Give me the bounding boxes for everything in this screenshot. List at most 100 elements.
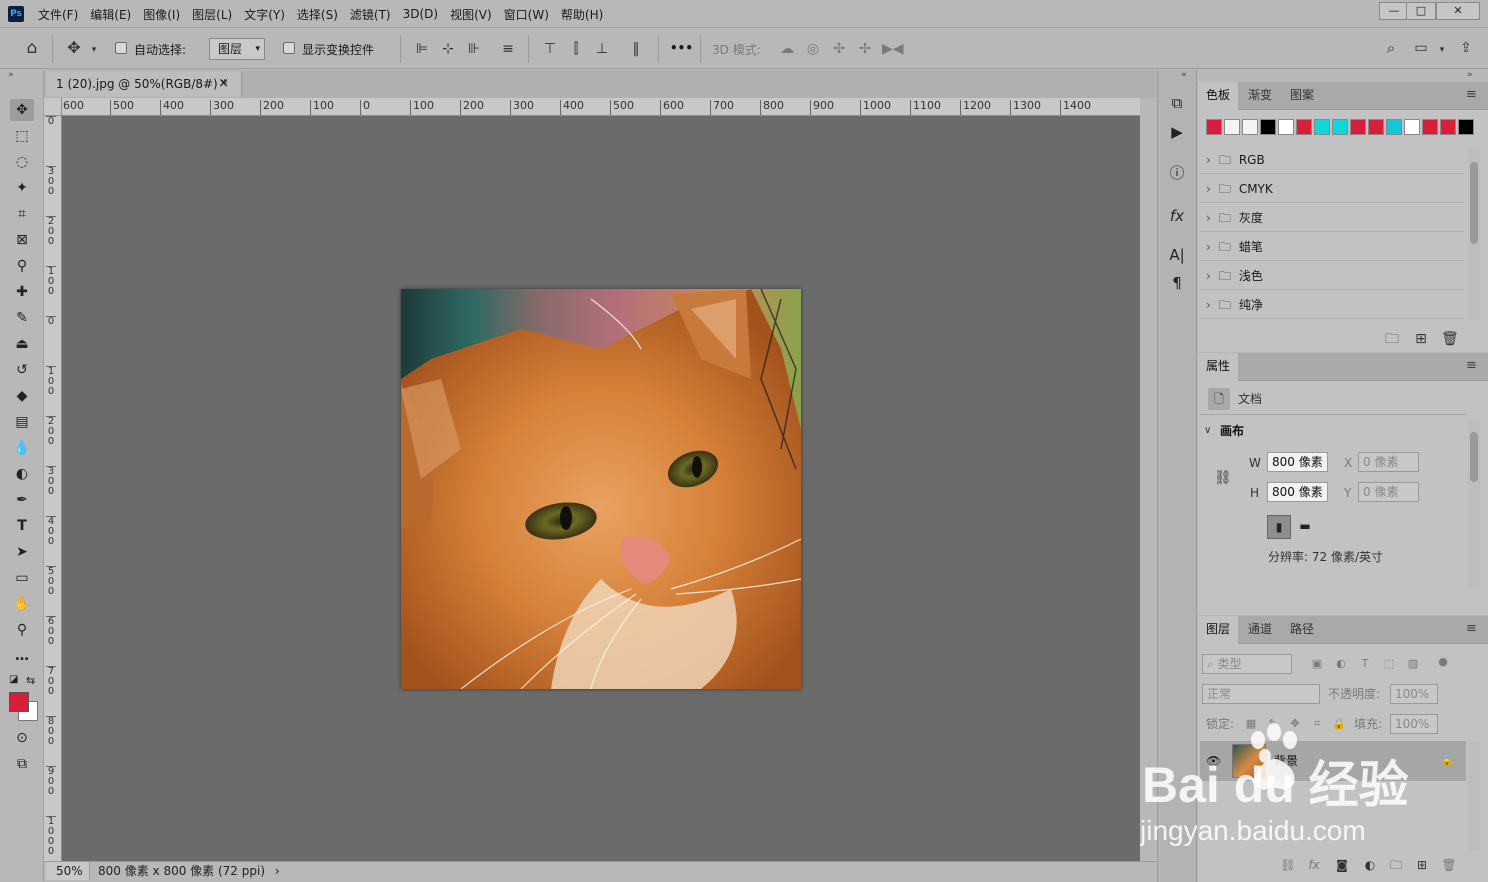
swatch[interactable] bbox=[1404, 119, 1420, 135]
home-icon[interactable]: ⌂ bbox=[22, 40, 42, 57]
pen-tool-icon[interactable]: ✒ bbox=[10, 489, 34, 511]
swatch[interactable] bbox=[1422, 119, 1438, 135]
tab-layers[interactable]: 图层 bbox=[1198, 616, 1239, 644]
panel-menu-icon[interactable]: ≡ bbox=[1466, 87, 1477, 102]
new-swatch-icon[interactable]: ⊞ bbox=[1413, 331, 1429, 347]
swatch-group-pure[interactable]: › 🗀 纯净 bbox=[1200, 291, 1464, 319]
align-center-icon[interactable]: ⊹ bbox=[440, 41, 456, 57]
character-icon[interactable]: A| bbox=[1166, 244, 1188, 266]
blur-tool-icon[interactable]: 💧 bbox=[10, 437, 34, 459]
opacity-field[interactable]: 100% bbox=[1390, 684, 1438, 704]
frame-tool-icon[interactable]: ⊠ bbox=[10, 229, 34, 251]
blend-mode-dropdown[interactable]: 正常 bbox=[1202, 684, 1320, 704]
actions-play-icon[interactable]: ▶ bbox=[1166, 121, 1188, 143]
align-left-icon[interactable]: ⊫ bbox=[414, 41, 430, 57]
swatches-scrollbar[interactable] bbox=[1468, 148, 1480, 320]
swatch[interactable] bbox=[1350, 119, 1366, 135]
width-field[interactable]: 800 像素 bbox=[1267, 452, 1328, 472]
paragraph-icon[interactable]: ¶ bbox=[1166, 272, 1188, 294]
link-icon[interactable]: ⛓ bbox=[1214, 468, 1232, 488]
swatch[interactable] bbox=[1332, 119, 1348, 135]
swatch-group-cmyk[interactable]: › 🗀 CMYK bbox=[1200, 175, 1464, 203]
menu-edit[interactable]: 编辑(E) bbox=[90, 6, 131, 23]
eyedropper-tool-icon[interactable]: ⚲ bbox=[10, 255, 34, 277]
x-field[interactable]: 0 像素 bbox=[1358, 452, 1419, 472]
swatch[interactable] bbox=[1296, 119, 1312, 135]
swatch-group-light[interactable]: › 🗀 浅色 bbox=[1200, 262, 1464, 290]
history-brush-tool-icon[interactable]: ↺ bbox=[10, 359, 34, 381]
swatch[interactable] bbox=[1206, 119, 1222, 135]
pixel-filter-icon[interactable]: ▣ bbox=[1310, 656, 1324, 672]
delete-layer-icon[interactable]: 🗑 bbox=[1441, 857, 1457, 873]
default-colors-icon[interactable]: ◪ bbox=[9, 674, 18, 685]
chevron-right-icon[interactable]: › bbox=[275, 864, 280, 878]
height-field[interactable]: 800 像素 bbox=[1267, 482, 1328, 502]
distribute-vertical-icon[interactable]: ‖ bbox=[628, 41, 644, 57]
smart-object-filter-icon[interactable]: ▨ bbox=[1406, 656, 1420, 672]
y-field[interactable]: 0 像素 bbox=[1358, 482, 1419, 502]
restore-button[interactable]: □ bbox=[1406, 2, 1436, 20]
type-filter-icon[interactable]: T bbox=[1358, 656, 1372, 672]
properties-scrollbar[interactable] bbox=[1468, 420, 1480, 588]
auto-select-checkbox[interactable] bbox=[115, 42, 127, 54]
healing-brush-tool-icon[interactable]: ✚ bbox=[10, 281, 34, 303]
pan-3d-icon[interactable]: ✣ bbox=[830, 41, 848, 57]
info-icon[interactable]: ⓘ bbox=[1166, 162, 1188, 184]
close-button[interactable]: ✕ bbox=[1436, 2, 1480, 20]
foreground-color-swatch[interactable] bbox=[9, 692, 29, 712]
swatch[interactable] bbox=[1278, 119, 1294, 135]
roll-3d-icon[interactable]: ◎ bbox=[804, 41, 822, 57]
zoom-level-field[interactable]: 50% bbox=[46, 862, 90, 880]
layers-scrollbar[interactable] bbox=[1468, 741, 1480, 851]
scroll-thumb[interactable] bbox=[1470, 162, 1478, 244]
orbit-3d-icon[interactable]: ☁ bbox=[778, 41, 796, 57]
layer-filter-dropdown[interactable]: ⌕ 类型 bbox=[1202, 654, 1292, 674]
eraser-tool-icon[interactable]: ◆ bbox=[10, 385, 34, 407]
cat-photo[interactable] bbox=[401, 289, 801, 689]
align-top-icon[interactable]: ⊤ bbox=[542, 41, 558, 57]
document-tab[interactable]: 1 (20).jpg @ 50%(RGB/8#) * × bbox=[46, 71, 242, 97]
path-selection-tool-icon[interactable]: ➤ bbox=[10, 541, 34, 563]
menu-window[interactable]: 窗口(W) bbox=[504, 6, 549, 23]
swatch[interactable] bbox=[1386, 119, 1402, 135]
portrait-orientation-icon[interactable]: ▮ bbox=[1267, 515, 1291, 539]
swatch-group-pastel[interactable]: › 🗀 蜡笔 bbox=[1200, 233, 1464, 261]
delete-icon[interactable]: 🗑 bbox=[1441, 331, 1459, 347]
distribute-icon[interactable]: ≡ bbox=[500, 41, 516, 57]
tab-gradients[interactable]: 渐变 bbox=[1240, 82, 1280, 110]
menu-view[interactable]: 视图(V) bbox=[450, 6, 492, 23]
swatch[interactable] bbox=[1224, 119, 1240, 135]
tab-patterns[interactable]: 图案 bbox=[1282, 82, 1322, 110]
tab-swatches[interactable]: 色板 bbox=[1198, 82, 1239, 110]
scroll-thumb[interactable] bbox=[1470, 432, 1478, 482]
move-tool-icon[interactable]: ✥ bbox=[64, 40, 84, 56]
collapse-tools-icon[interactable]: » bbox=[8, 70, 14, 80]
swatch[interactable] bbox=[1440, 119, 1456, 135]
menu-type[interactable]: 文字(Y) bbox=[244, 6, 285, 23]
quick-mask-icon[interactable]: ⊙ bbox=[10, 727, 34, 749]
ruler-origin[interactable] bbox=[44, 98, 62, 116]
screen-mode-icon[interactable]: ⧉ bbox=[10, 753, 34, 775]
dodge-tool-icon[interactable]: ◐ bbox=[10, 463, 34, 485]
scale-3d-icon[interactable]: ▶◀ bbox=[882, 41, 904, 57]
align-right-icon[interactable]: ⊪ bbox=[466, 41, 482, 57]
new-group-icon[interactable]: 🗀 bbox=[1384, 331, 1400, 347]
landscape-orientation-icon[interactable]: ▬ bbox=[1293, 515, 1317, 539]
gradient-tool-icon[interactable]: ▤ bbox=[10, 411, 34, 433]
swatch[interactable] bbox=[1260, 119, 1276, 135]
menu-select[interactable]: 选择(S) bbox=[297, 6, 338, 23]
swatch[interactable] bbox=[1242, 119, 1258, 135]
menu-layer[interactable]: 图层(L) bbox=[192, 6, 232, 23]
collapse-panels-icon[interactable]: » bbox=[1467, 70, 1473, 80]
lasso-tool-icon[interactable]: ◌ bbox=[10, 151, 34, 173]
chevron-down-icon[interactable]: ▾ bbox=[1436, 42, 1448, 58]
tab-paths[interactable]: 路径 bbox=[1282, 616, 1322, 644]
swap-colors-icon[interactable]: ⇆ bbox=[26, 674, 35, 687]
show-transform-checkbox[interactable] bbox=[283, 42, 295, 54]
brush-tool-icon[interactable]: ✎ bbox=[10, 307, 34, 329]
swatch[interactable] bbox=[1368, 119, 1384, 135]
more-options-icon[interactable]: ••• bbox=[670, 41, 693, 55]
swatch-group-grayscale[interactable]: › 🗀 灰度 bbox=[1200, 204, 1464, 232]
document-info[interactable]: 800 像素 x 800 像素 (72 ppi) › bbox=[98, 862, 280, 880]
menu-3d[interactable]: 3D(D) bbox=[403, 7, 438, 21]
